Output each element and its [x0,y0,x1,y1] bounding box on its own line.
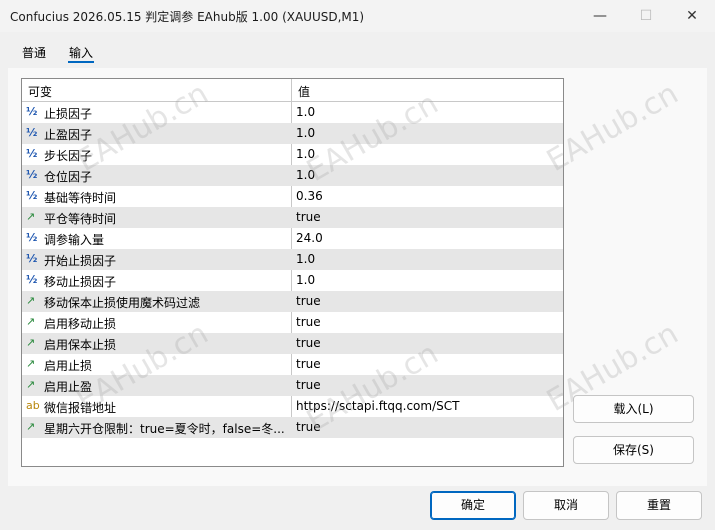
number-icon: ½ [26,231,38,244]
parameter-name: 移动保本止损使用魔术码过滤 [44,296,201,310]
close-button[interactable]: ✕ [669,0,715,32]
parameter-name: 调参输入量 [44,233,105,247]
active-tab-indicator [68,61,94,63]
tab-inputs[interactable]: 输入 [69,44,93,61]
table-row[interactable]: ↗ 启用止盈 true [22,375,563,396]
parameter-name: 步长因子 [44,149,93,163]
number-icon: ½ [26,252,38,265]
bool-icon: ↗ [26,294,36,307]
number-icon: ½ [26,147,38,160]
bool-icon: ↗ [26,420,36,433]
parameter-name: 启用止损 [44,359,93,373]
tab-bar: 普通 输入 [0,32,715,68]
parameter-name: 止损因子 [44,107,93,121]
parameter-value[interactable]: true [296,357,558,371]
bool-icon: ↗ [26,210,36,223]
cancel-button[interactable]: 取消 [523,491,609,520]
bool-icon: ↗ [26,315,36,328]
parameter-value[interactable]: 1.0 [296,126,558,140]
table-row[interactable]: ½ 止损因子 1.0 [22,102,563,123]
parameter-value[interactable]: 1.0 [296,273,558,287]
parameter-value[interactable]: 0.36 [296,189,558,203]
bool-icon: ↗ [26,357,36,370]
number-icon: ½ [26,189,38,202]
parameter-name: 移动止损因子 [44,275,117,289]
table-row[interactable]: ↗ 启用止损 true [22,354,563,375]
parameter-value[interactable]: 1.0 [296,168,558,182]
parameter-name: 基础等待时间 [44,191,117,205]
parameter-value[interactable]: true [296,294,558,308]
tab-general[interactable]: 普通 [22,44,46,61]
parameter-value[interactable]: true [296,315,558,329]
parameter-value[interactable]: https://sctapi.ftqq.com/SCT [296,399,558,413]
parameter-value[interactable]: true [296,210,558,224]
parameter-value[interactable]: 24.0 [296,231,558,245]
parameter-name: 平仓等待时间 [44,212,117,226]
parameter-name: 仓位因子 [44,170,93,184]
table-row[interactable]: ½ 移动止损因子 1.0 [22,270,563,291]
column-header-variable[interactable]: 可变 [28,83,52,100]
table-row[interactable]: ab 微信报错地址 https://sctapi.ftqq.com/SCT [22,396,563,417]
table-row[interactable]: ↗ 平仓等待时间 true [22,207,563,228]
parameter-name: 开始止损因子 [44,254,117,268]
save-button[interactable]: 保存(S) [573,436,694,464]
string-icon: ab [26,399,40,412]
table-row[interactable]: ½ 调参输入量 24.0 [22,228,563,249]
number-icon: ½ [26,168,38,181]
ok-button[interactable]: 确定 [430,491,516,520]
reset-button[interactable]: 重置 [616,491,702,520]
bool-icon: ↗ [26,336,36,349]
number-icon: ½ [26,273,38,286]
number-icon: ½ [26,105,38,118]
table-row[interactable]: ↗ 星期六开仓限制：true=夏令时，false=冬... true [22,417,563,438]
parameter-name: 止盈因子 [44,128,93,142]
parameter-value[interactable]: true [296,336,558,350]
parameter-name: 星期六开仓限制：true=夏令时，false=冬... [44,422,285,436]
table-row[interactable]: ½ 步长因子 1.0 [22,144,563,165]
parameter-value[interactable]: 1.0 [296,105,558,119]
parameter-name: 启用移动止损 [44,317,117,331]
table-header: 可变 值 [22,79,563,102]
parameter-value[interactable]: true [296,420,558,434]
table-row[interactable]: ½ 仓位因子 1.0 [22,165,563,186]
parameter-name: 启用止盈 [44,380,93,394]
window-title: Confucius 2026.05.15 判定调参 EAhub版 1.00 (X… [10,10,365,24]
table-row[interactable]: ½ 止盈因子 1.0 [22,123,563,144]
minimize-button[interactable]: — [577,0,623,32]
load-button[interactable]: 载入(L) [573,395,694,423]
column-header-value[interactable]: 值 [298,83,310,100]
parameter-name: 微信报错地址 [44,401,117,415]
table-row[interactable]: ↗ 启用保本止损 true [22,333,563,354]
number-icon: ½ [26,126,38,139]
parameter-name: 启用保本止损 [44,338,117,352]
bool-icon: ↗ [26,378,36,391]
maximize-button[interactable]: ☐ [623,0,669,32]
table-row[interactable]: ½ 开始止损因子 1.0 [22,249,563,270]
parameter-value[interactable]: true [296,378,558,392]
table-row[interactable]: ↗ 移动保本止损使用魔术码过滤 true [22,291,563,312]
title-bar: Confucius 2026.05.15 判定调参 EAhub版 1.00 (X… [0,0,715,32]
table-row[interactable]: ½ 基础等待时间 0.36 [22,186,563,207]
inputs-table[interactable]: 可变 值 ½ 止损因子 1.0 ½ 止盈因子 1.0 ½ 步长因子 1.0 ½ 仓位因子 1.0 ½ 基础… [21,78,564,467]
table-row[interactable]: ↗ 启用移动止损 true [22,312,563,333]
parameter-value[interactable]: 1.0 [296,252,558,266]
parameter-value[interactable]: 1.0 [296,147,558,161]
